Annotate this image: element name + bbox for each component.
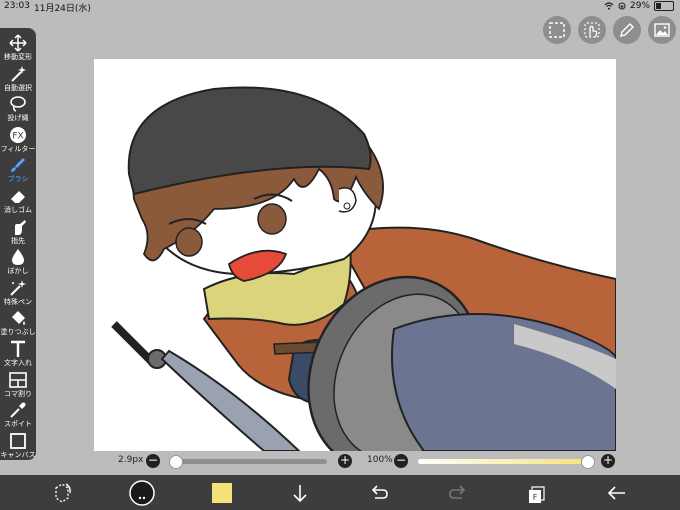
- undo-button[interactable]: [365, 479, 393, 507]
- size-decrease-button[interactable]: −: [146, 454, 160, 468]
- brush-size-knob[interactable]: [169, 455, 184, 469]
- tool-label: 投げ縄: [7, 114, 29, 123]
- special-pen-tool[interactable]: 特殊ペン: [0, 277, 36, 311]
- opacity-decrease-button[interactable]: −: [394, 454, 408, 468]
- battery-percent: 29%: [629, 1, 650, 11]
- frame-tool[interactable]: コマ割り: [0, 369, 36, 403]
- battery-icon: [654, 1, 674, 11]
- opacity-label: 100%: [367, 455, 393, 465]
- brush-size-slider[interactable]: [170, 459, 327, 464]
- frame-icon: [9, 371, 27, 388]
- eyedropper-icon: [10, 402, 26, 418]
- fx-icon: FX: [10, 126, 26, 143]
- image-button[interactable]: [648, 16, 676, 44]
- tool-label: スポイト: [4, 420, 32, 429]
- plus-icon: +: [602, 453, 614, 467]
- transform-button[interactable]: [48, 479, 76, 507]
- plus-icon: +: [339, 453, 351, 467]
- selection-button[interactable]: [543, 16, 571, 44]
- eraser-tool[interactable]: 消しゴム: [0, 185, 36, 219]
- lasso-icon: [10, 96, 26, 112]
- svg-text:FX: FX: [12, 131, 23, 141]
- tool-label: 文字入れ: [4, 359, 32, 367]
- drawing-canvas[interactable]: [94, 59, 616, 451]
- canvas-square-icon: [10, 432, 26, 449]
- tool-label: フィルター: [0, 144, 36, 153]
- pen-button[interactable]: [613, 16, 641, 44]
- eraser-icon: [11, 191, 25, 203]
- tool-label: 移動変形: [4, 53, 32, 61]
- brush-size-label: 2.9px: [118, 455, 144, 465]
- finger-tool[interactable]: 指先: [0, 216, 36, 250]
- tool-label: キャンバス: [0, 450, 36, 459]
- eyedropper-tool[interactable]: スポイト: [0, 399, 36, 433]
- selection-icon: [549, 22, 565, 38]
- minus-icon: −: [147, 453, 159, 467]
- fill-tool[interactable]: 塗りつぶし: [0, 307, 36, 341]
- hand-touch-icon: [584, 22, 600, 38]
- bucket-icon: [12, 311, 25, 326]
- status-time: 23:03: [4, 1, 30, 11]
- brush-icon: [11, 158, 25, 173]
- auto-select-tool[interactable]: 自動選択: [0, 63, 36, 97]
- finger-icon: [15, 219, 26, 235]
- undo-icon: [371, 485, 388, 499]
- tool-label: ブラシ: [7, 175, 29, 184]
- text-t-icon: [11, 340, 25, 357]
- bottom-toolbar: F: [0, 475, 680, 510]
- tool-label: 特殊ペン: [4, 297, 32, 306]
- opacity-fill: [418, 459, 588, 464]
- touch-button[interactable]: [578, 16, 606, 44]
- status-date: 11月24日(水): [34, 4, 91, 14]
- layers-icon: F: [529, 486, 545, 503]
- image-icon: [654, 23, 670, 37]
- minus-icon: −: [395, 453, 407, 467]
- redo-button[interactable]: [444, 479, 472, 507]
- rotate-icon: [55, 483, 71, 503]
- tool-label: 指先: [11, 236, 25, 245]
- opacity-increase-button[interactable]: +: [601, 454, 615, 468]
- color-circle-icon: [129, 480, 155, 506]
- color-swatch-icon: [212, 483, 232, 503]
- sparkle-pen-icon: [10, 279, 26, 296]
- primary-color-button[interactable]: [128, 479, 156, 507]
- magic-wand-icon: [11, 65, 26, 82]
- redo-icon: [449, 485, 466, 499]
- layers-button[interactable]: F: [522, 479, 550, 507]
- brush-tool[interactable]: ブラシ: [0, 154, 36, 188]
- secondary-color-button[interactable]: [208, 479, 236, 507]
- arrow-down-icon: [293, 485, 307, 503]
- tool-label: 自動選択: [4, 83, 32, 92]
- blur-tool[interactable]: ぼかし: [0, 246, 36, 280]
- tool-label: コマ割り: [4, 389, 32, 398]
- text-tool[interactable]: 文字入れ: [0, 338, 36, 372]
- opacity-slider[interactable]: [418, 459, 588, 464]
- download-button[interactable]: [286, 479, 314, 507]
- filter-tool[interactable]: FX フィルター: [0, 124, 36, 158]
- status-right: 29%: [604, 1, 674, 11]
- pen-icon: [620, 23, 634, 37]
- svg-text:F: F: [533, 493, 538, 502]
- tool-sidebar: 移動変形自動選択投げ縄 FX フィルターブラシ消しゴム指先ぼかし特殊ペン塗りつぶし文…: [0, 28, 36, 460]
- tool-label: 消しゴム: [4, 206, 32, 214]
- canvas-tool[interactable]: キャンバス: [0, 430, 36, 464]
- lock-rotation-icon: [618, 2, 626, 10]
- back-button[interactable]: [603, 479, 631, 507]
- wifi-icon: [604, 2, 614, 10]
- status-bar: 23:03 11月24日(水) 29%: [0, 0, 680, 14]
- size-increase-button[interactable]: +: [338, 454, 352, 468]
- tool-label: ぼかし: [7, 267, 29, 276]
- lasso-tool[interactable]: 投げ縄: [0, 93, 36, 127]
- move-arrows-icon: [9, 34, 27, 52]
- opacity-knob[interactable]: [581, 455, 595, 469]
- back-arrow-icon: [607, 486, 625, 500]
- move-tool[interactable]: 移動変形: [0, 32, 36, 66]
- tool-label: 塗りつぶし: [0, 328, 36, 337]
- artwork-illustration: [111, 86, 616, 451]
- droplet-icon: [12, 249, 24, 266]
